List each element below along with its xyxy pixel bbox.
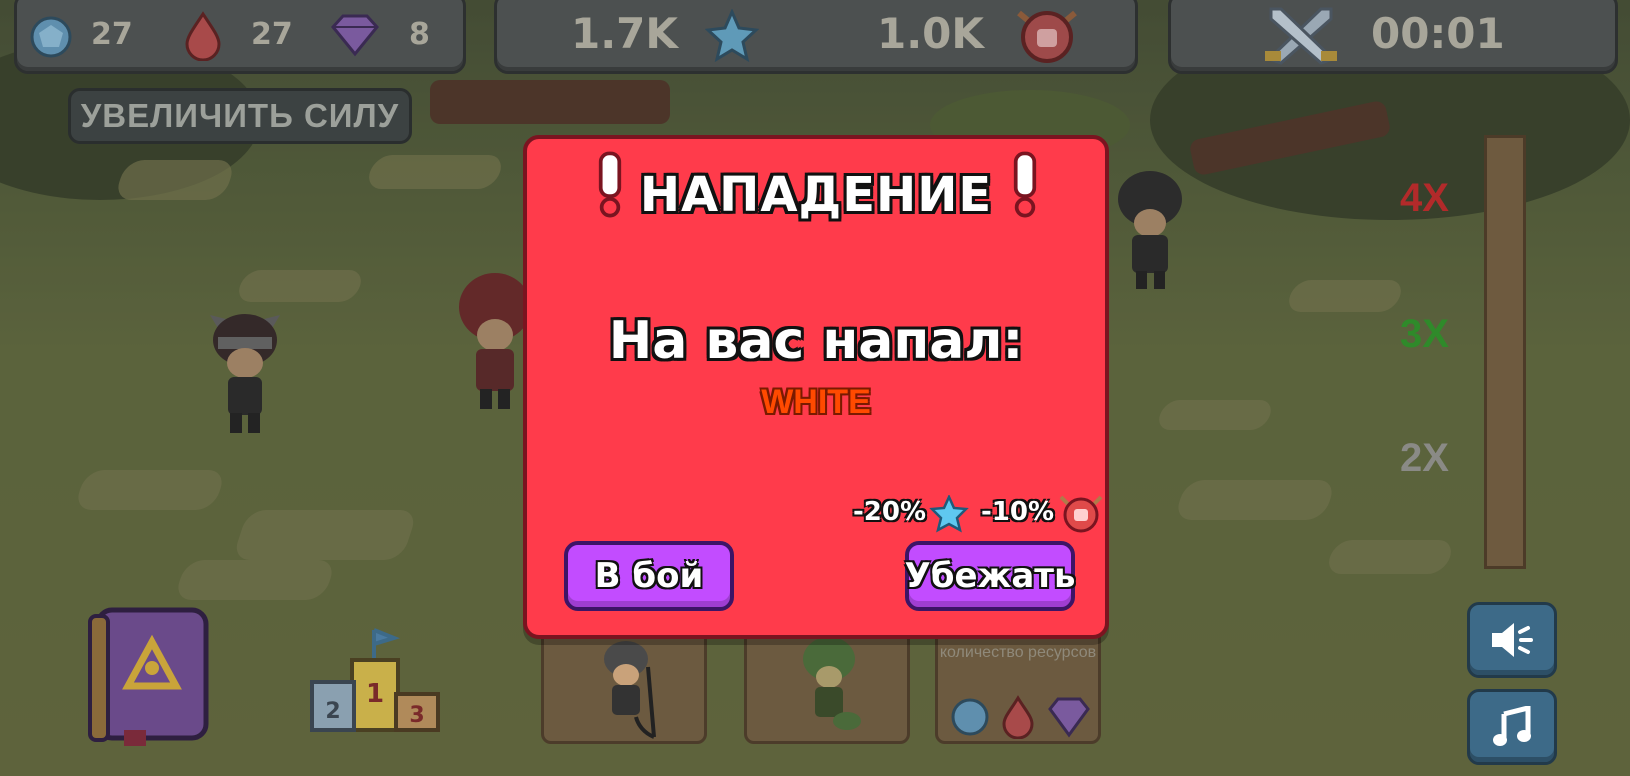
leaderboard-podium-icon[interactable]: 1 2 3 (308, 626, 444, 738)
music-toggle-button[interactable] (1467, 689, 1557, 765)
card-reaper-warrior[interactable] (541, 626, 707, 744)
gem-icon (331, 14, 379, 57)
hud-timer-panel: 00:01 (1168, 0, 1618, 74)
exclamation-icon (1013, 151, 1037, 218)
crystal-icon (30, 16, 72, 58)
battle-timer: 00:01 (1371, 9, 1505, 58)
power-total: 1.0K (877, 9, 984, 58)
attacker-name: WHITE (761, 383, 871, 421)
multiplier-4x: 4X (1400, 176, 1449, 220)
blood-count: 27 (251, 17, 293, 52)
star-icon (929, 495, 969, 533)
penalty-power: -10% (981, 497, 1055, 527)
multiplier-track (1484, 135, 1526, 569)
resources-card-text: количество ресурсов (939, 644, 1097, 661)
card-bush-warrior[interactable] (744, 626, 910, 744)
resources-icons (951, 695, 1090, 739)
multiplier-3x: 3X (1400, 312, 1449, 356)
flee-button[interactable]: Убежать (905, 541, 1076, 611)
stars-total: 1.7K (571, 9, 678, 58)
gems-count: 8 (409, 17, 430, 52)
attack-label: На вас напал: (608, 311, 1024, 371)
power-shield-icon (1017, 10, 1077, 63)
penalty-stars: -20% (853, 497, 927, 527)
music-note-icon (1493, 706, 1531, 746)
hud-totals-panel: 1.7K 1.0K (494, 0, 1138, 74)
speaker-icon (1492, 623, 1533, 657)
bush-warrior-icon (803, 637, 861, 730)
sound-toggle-button[interactable] (1467, 602, 1557, 678)
hud-resources-panel: 27 27 8 (14, 0, 466, 74)
card-resources[interactable]: количество ресурсов (935, 626, 1101, 744)
spellbook-icon[interactable] (84, 602, 216, 750)
star-icon (705, 9, 759, 63)
svg-text:3: 3 (409, 703, 424, 728)
svg-text:2: 2 (325, 699, 340, 724)
power-shield-icon (1059, 495, 1103, 533)
multiplier-2x: 2X (1400, 436, 1449, 480)
crossed-swords-icon (1265, 7, 1337, 65)
boost-power-button[interactable]: УВЕЛИЧИТЬ СИЛУ (68, 88, 412, 144)
reaper-warrior-icon (604, 641, 656, 739)
svg-text:1: 1 (366, 679, 384, 709)
fight-button[interactable]: В бой (564, 541, 734, 611)
attack-dialog: НАПАДЕНИЕ На вас напал: WHITE -20% -10% … (523, 135, 1109, 639)
blood-drop-icon (185, 11, 221, 61)
crystals-count: 27 (91, 17, 133, 52)
